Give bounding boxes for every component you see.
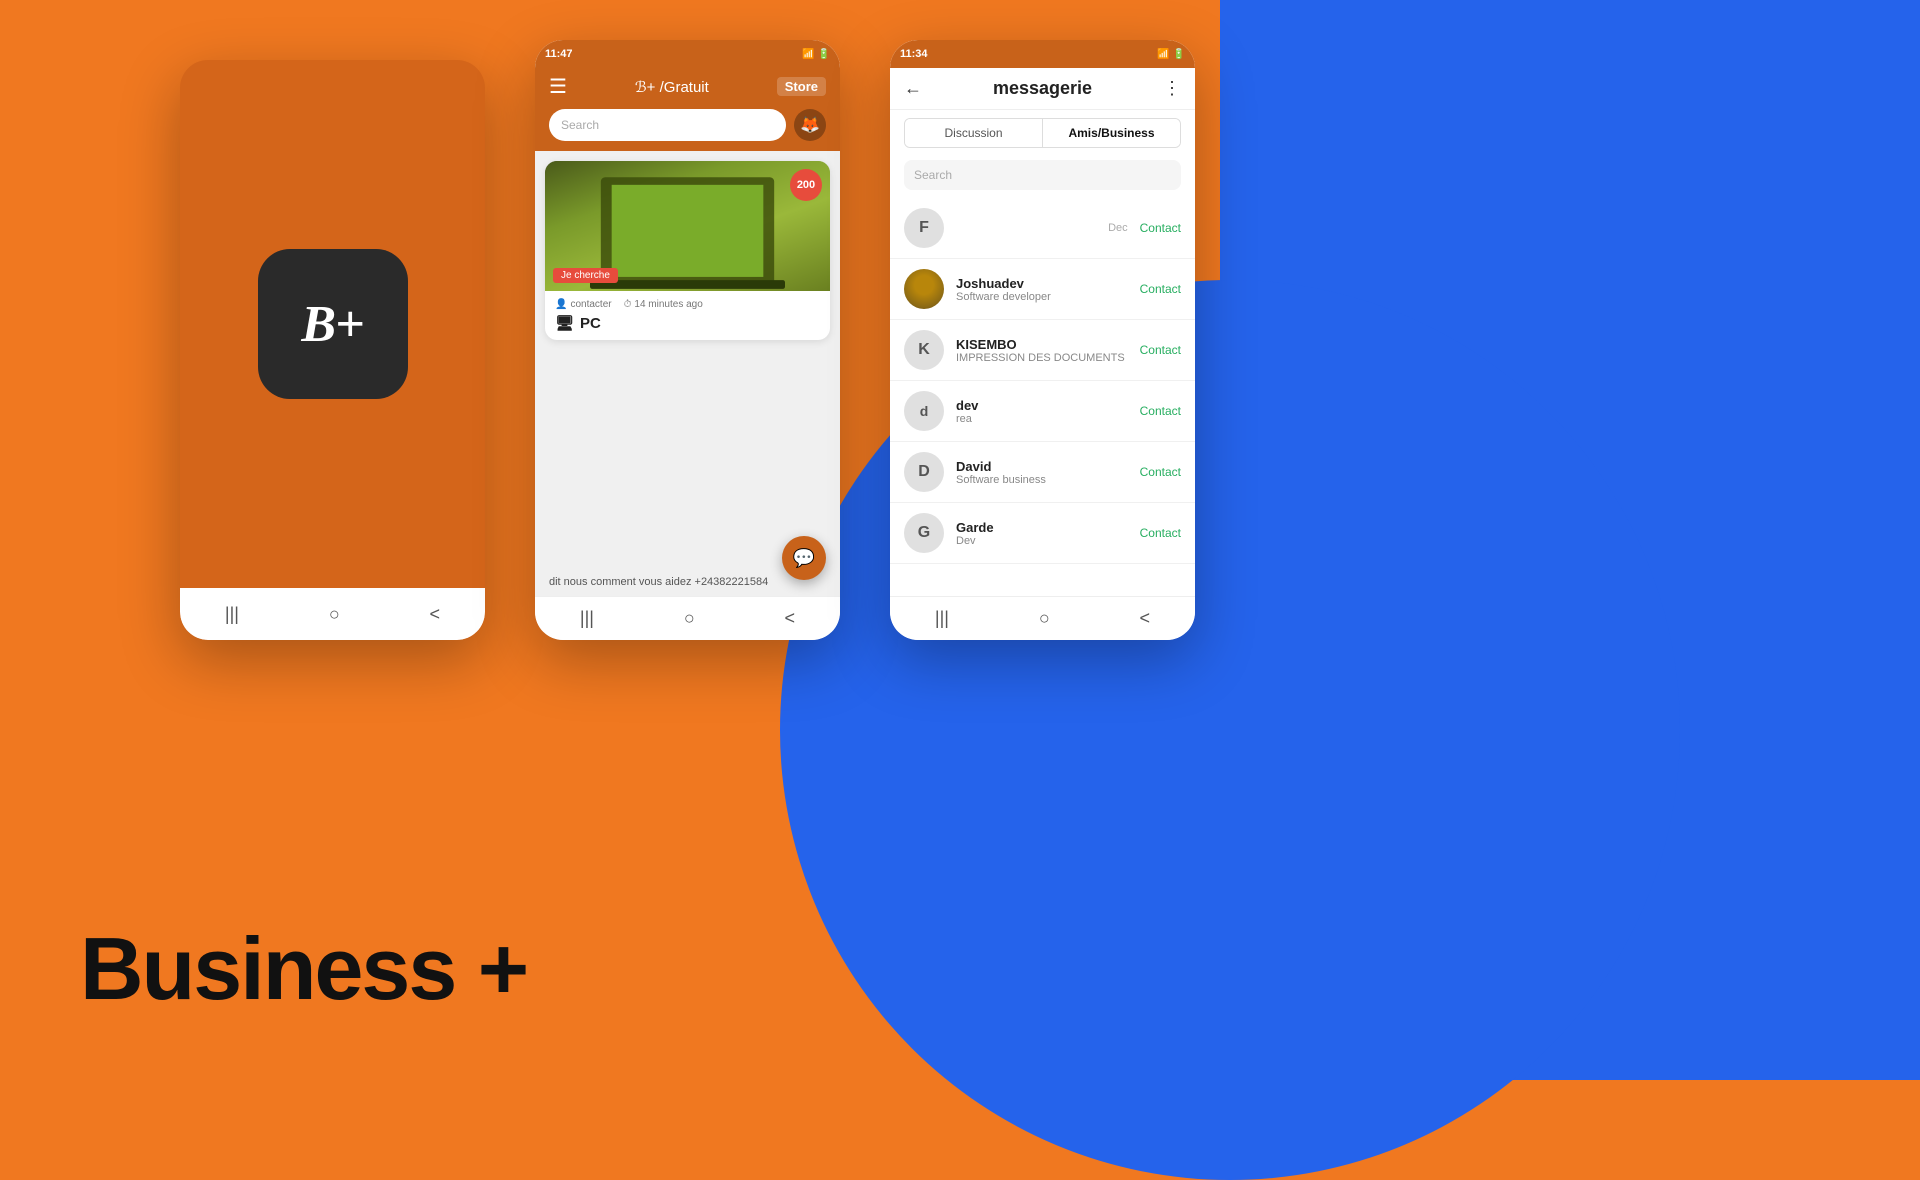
contact-avatar-f: F — [904, 208, 944, 248]
msg-tabs: Discussion Amis/Business — [904, 118, 1181, 148]
contact-sub-kisembo: IMPRESSION DES DOCUMENTS — [956, 352, 1128, 364]
nav-back-icon-3: < — [1140, 608, 1151, 629]
contact-action-david[interactable]: Contact — [1140, 465, 1181, 479]
contact-avatar-d-upper: D — [904, 452, 944, 492]
nav-bars-icon-2: ||| — [580, 608, 594, 629]
contact-sub-david: Software business — [956, 474, 1128, 486]
contact-item-david: D David Software business Contact — [890, 442, 1195, 503]
contact-meta: 👤 contacter — [555, 299, 612, 310]
contact-info-dev: dev rea — [956, 398, 1128, 425]
time-meta: ⏱ 14 minutes ago — [624, 299, 703, 310]
time-icon: ⏱ — [624, 299, 632, 310]
contact-avatar-d-lower: d — [904, 391, 944, 431]
contact-name-dev: dev — [956, 398, 1128, 413]
contact-info-david: David Software business — [956, 459, 1128, 486]
phone-1-body: B+ — [180, 60, 485, 588]
contact-date-f: Dec — [1108, 222, 1128, 234]
nav-bars-icon-3: ||| — [935, 608, 949, 629]
contact-action-f[interactable]: Contact — [1140, 221, 1181, 235]
contact-label: contacter — [570, 299, 611, 310]
messagerie-title: messagerie — [993, 78, 1092, 99]
phone-1-nav: ||| ○ < — [180, 588, 485, 640]
contact-item-joshua: Joshuadev Software developer Contact — [890, 259, 1195, 320]
feed-card-image: 200 Je cherche — [545, 161, 830, 291]
phones-container: B+ ||| ○ < 11:47 📶 🔋 ☰ ℬ+ /Gratuit Store… — [180, 40, 1195, 640]
contact-list: F Dec Contact Joshuadev Software develop… — [890, 198, 1195, 596]
status-time: 11:47 — [545, 48, 573, 60]
contact-icon: 👤 — [555, 299, 567, 310]
tab-discussion[interactable]: Discussion — [905, 119, 1043, 147]
price-badge: 200 — [790, 169, 822, 201]
contact-sub-dev: rea — [956, 413, 1128, 425]
contact-name-kisembo: KISEMBO — [956, 337, 1128, 352]
contact-action-garde[interactable]: Contact — [1140, 526, 1181, 540]
msg-header: ← messagerie ⋮ — [890, 68, 1195, 110]
contact-item-dev: d dev rea Contact — [890, 381, 1195, 442]
avatar-face-joshua — [904, 269, 944, 309]
contact-info-garde: Garde Dev — [956, 520, 1128, 547]
brand-title: Business + — [80, 918, 527, 1020]
contact-avatar-joshua — [904, 269, 944, 309]
contact-action-joshua[interactable]: Contact — [1140, 282, 1181, 296]
feed-meta: 👤 contacter ⏱ 14 minutes ago — [555, 299, 820, 310]
contact-avatar-k: K — [904, 330, 944, 370]
msg-status-icons: 📶 🔋 — [1157, 49, 1185, 60]
nav-circle-icon: ○ — [329, 604, 340, 625]
tab-amis-business[interactable]: Amis/Business — [1043, 119, 1180, 147]
store-button[interactable]: Store — [777, 77, 826, 96]
hamburger-icon[interactable]: ☰ — [549, 74, 567, 99]
nav-circle-icon-2: ○ — [684, 608, 695, 629]
phone-3-messagerie: 11:34 📶 🔋 ← messagerie ⋮ Discussion Amis… — [890, 40, 1195, 640]
contact-info-joshua: Joshuadev Software developer — [956, 276, 1128, 303]
logo-text: B+ — [301, 295, 363, 354]
fab-chat-button[interactable]: 💬 — [782, 536, 826, 580]
contact-sub-garde: Dev — [956, 535, 1128, 547]
contact-info-kisembo: KISEMBO IMPRESSION DES DOCUMENTS — [956, 337, 1128, 364]
feed-card-body: 👤 contacter ⏱ 14 minutes ago 🖥 PC — [545, 291, 830, 340]
phone-2-header: ☰ ℬ+ /Gratuit Store — [535, 68, 840, 109]
contact-sub-joshua: Software developer — [956, 291, 1128, 303]
phone-2-feed: 11:47 📶 🔋 ☰ ℬ+ /Gratuit Store Search 🦊 — [535, 40, 840, 640]
search-placeholder: Search — [561, 118, 599, 132]
contact-name-garde: Garde — [956, 520, 1128, 535]
contact-action-dev[interactable]: Contact — [1140, 404, 1181, 418]
nav-bars-icon: ||| — [225, 604, 239, 625]
feed-card: 200 Je cherche 👤 contacter ⏱ 14 minutes … — [545, 161, 830, 340]
more-options-icon[interactable]: ⋮ — [1163, 78, 1181, 99]
phone-2-app-title: ℬ+ /Gratuit — [635, 78, 709, 96]
back-arrow-icon[interactable]: ← — [904, 78, 922, 99]
msg-status-time: 11:34 — [900, 48, 928, 60]
listing-tag: Je cherche — [553, 268, 618, 283]
phone-3-status-bar: 11:34 📶 🔋 — [890, 40, 1195, 68]
feed-item-title: 🖥 PC — [555, 314, 820, 332]
contact-item-kisembo: K KISEMBO IMPRESSION DES DOCUMENTS Conta… — [890, 320, 1195, 381]
app-logo-icon: B+ — [258, 249, 408, 399]
pc-emoji: 🖥 — [555, 314, 574, 332]
phone-3-nav: ||| ○ < — [890, 596, 1195, 640]
phone-2-status-bar: 11:47 📶 🔋 — [535, 40, 840, 68]
nav-back-icon-2: < — [785, 608, 796, 629]
nav-circle-icon-3: ○ — [1039, 608, 1050, 629]
phone-2-search-area: Search 🦊 — [535, 109, 840, 151]
contact-name-david: David — [956, 459, 1128, 474]
msg-search-input[interactable]: Search — [904, 160, 1181, 190]
phone-2-nav: ||| ○ < — [535, 596, 840, 640]
msg-search-placeholder: Search — [914, 168, 952, 182]
contact-avatar-g: G — [904, 513, 944, 553]
time-label: 14 minutes ago — [634, 299, 702, 310]
contact-action-kisembo[interactable]: Contact — [1140, 343, 1181, 357]
phone-2-feed-area: 200 Je cherche 👤 contacter ⏱ 14 minutes … — [535, 151, 840, 568]
contact-item-garde: G Garde Dev Contact — [890, 503, 1195, 564]
contact-item-f: F Dec Contact — [890, 198, 1195, 259]
pc-label: PC — [580, 315, 601, 332]
user-avatar[interactable]: 🦊 — [794, 109, 826, 141]
nav-back-icon: < — [430, 604, 441, 625]
status-icons: 📶 🔋 — [802, 49, 830, 60]
feed-search-input[interactable]: Search — [549, 109, 786, 141]
phone-1-logo: B+ ||| ○ < — [180, 60, 485, 640]
contact-name-joshua: Joshuadev — [956, 276, 1128, 291]
